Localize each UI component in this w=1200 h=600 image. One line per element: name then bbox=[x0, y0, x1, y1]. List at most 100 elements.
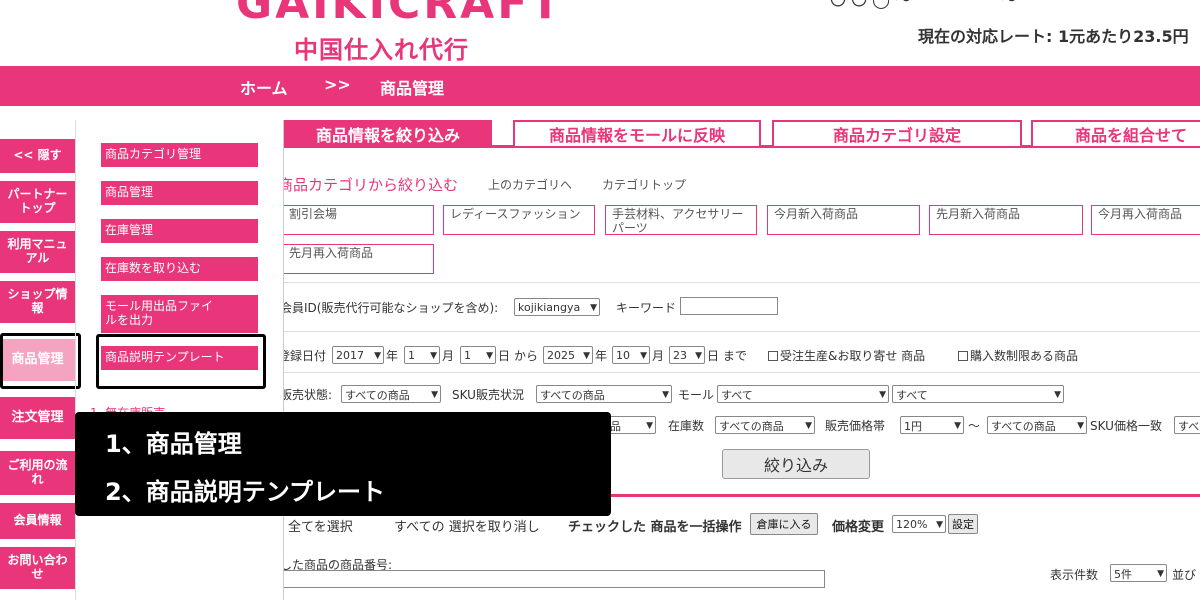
submenu-item-product-management[interactable]: 商品管理 bbox=[101, 181, 258, 205]
chevron-down-icon: ▼ bbox=[1054, 389, 1061, 400]
to-year-select[interactable]: 2025 ▼ bbox=[543, 346, 593, 364]
submenu-item-import-stock[interactable]: 在庫数を取り込む bbox=[101, 257, 258, 281]
sidebar-item-contact[interactable]: お問い合わせ bbox=[0, 547, 75, 589]
keyword-input[interactable] bbox=[680, 297, 778, 315]
from-text: から bbox=[514, 349, 539, 363]
chevron-down-icon: ▼ bbox=[695, 350, 702, 361]
month-unit: 月 bbox=[652, 349, 665, 363]
category-top-link[interactable]: カテゴリトップ bbox=[602, 176, 686, 193]
stock-select[interactable]: すべての商品 ▼ bbox=[715, 416, 815, 434]
sidebar-item-product-management[interactable]: 商品管理 bbox=[0, 339, 75, 381]
search-button[interactable]: 絞り込み bbox=[722, 449, 870, 479]
price-to-value: すべての商品 bbox=[991, 419, 1056, 433]
chevron-down-icon: ▼ bbox=[662, 389, 669, 400]
display-count-select[interactable]: 5件 ▼ bbox=[1110, 564, 1167, 582]
sku-price-select[interactable]: すべ bbox=[1174, 416, 1200, 434]
breadcrumb-current: 商品管理 bbox=[380, 79, 445, 98]
submenu-item-description-template[interactable]: 商品説明テンプレート bbox=[101, 346, 258, 370]
category-box[interactable]: 今月再入荷商品 bbox=[1091, 205, 1200, 235]
price-from-value: 1円 bbox=[904, 419, 922, 433]
to-day-select[interactable]: 23 ▼ bbox=[669, 346, 705, 364]
price-from-select[interactable]: 1円 ▼ bbox=[900, 416, 964, 434]
sku-sale-label: SKU販売状況 bbox=[452, 388, 524, 402]
tab-reflect-to-mall[interactable]: 商品情報をモールに反映 bbox=[513, 120, 761, 148]
chevron-down-icon: ▼ bbox=[954, 420, 961, 431]
category-box[interactable]: 割引会場 bbox=[284, 205, 434, 235]
select-all-link[interactable]: 全てを選択 bbox=[288, 516, 353, 535]
sale-state-value: すべての商品 bbox=[345, 388, 410, 402]
sale-state-select[interactable]: すべての商品 ▼ bbox=[341, 385, 441, 403]
tab-category-settings[interactable]: 商品カテゴリ設定 bbox=[772, 120, 1022, 148]
price-percent-value: 120% bbox=[896, 518, 928, 531]
chevron-down-icon: ▼ bbox=[936, 519, 943, 530]
category-box[interactable]: レディースファッション bbox=[443, 205, 595, 235]
submenu-item-stock-management[interactable]: 在庫管理 bbox=[101, 219, 258, 243]
price-set-button[interactable]: 設定 bbox=[948, 514, 978, 534]
warehouse-button[interactable]: 倉庫に入る bbox=[750, 513, 818, 535]
stock-value: すべての商品 bbox=[719, 419, 784, 433]
sidebar-item-member-info[interactable]: 会員情報 bbox=[0, 503, 75, 539]
made-to-order-checkbox[interactable]: 受注生産&お取り寄せ 商品 bbox=[768, 347, 925, 364]
product-number-input[interactable] bbox=[284, 570, 825, 588]
from-month-select[interactable]: 1 ▼ bbox=[404, 346, 440, 364]
chevron-down-icon: ▼ bbox=[590, 302, 597, 313]
partial-select-value: 品 bbox=[610, 419, 621, 433]
breadcrumb-separator: >> bbox=[324, 75, 351, 94]
checked-bulk-label: チェックした 商品を一括操作 bbox=[568, 520, 742, 535]
keyword-label: キーワード bbox=[616, 301, 677, 315]
breadcrumb-home-link[interactable]: ホーム bbox=[240, 75, 288, 99]
divider bbox=[284, 282, 1200, 283]
mall-label: モール bbox=[678, 388, 715, 402]
day-unit: 日 bbox=[498, 349, 511, 363]
category-up-link[interactable]: 上のカテゴリへ bbox=[488, 176, 572, 193]
sidebar-item-order-management[interactable]: 注文管理 bbox=[0, 397, 75, 439]
member-id-select[interactable]: kojikiangya ▼ bbox=[514, 298, 600, 316]
chevron-down-icon: ▼ bbox=[430, 350, 437, 361]
mall-select[interactable]: すべて ▼ bbox=[717, 385, 889, 403]
top-header: GAIKICRAFT 中国仕入れ代行 〇 〇 ◯ 〜 ⌒ ⌒ ⌒ ⌒ 〜 ⌒ 現… bbox=[0, 0, 1200, 66]
instruction-step-1: 1、商品管理 bbox=[105, 430, 242, 458]
mall-value: すべて bbox=[721, 388, 753, 402]
main-content: 商品情報を絞り込み 商品情報をモールに反映 商品カテゴリ設定 商品を組合せて 商… bbox=[284, 106, 1200, 600]
submenu-item-category-management[interactable]: 商品カテゴリ管理 bbox=[101, 143, 258, 167]
category-box[interactable]: 先月再入荷商品 bbox=[284, 244, 434, 274]
sidebar-item-shop-info[interactable]: ショップ情報 bbox=[0, 281, 75, 323]
mall-sub-value: すべて bbox=[896, 388, 928, 402]
tab-combine-products[interactable]: 商品を組合せて bbox=[1031, 120, 1200, 148]
divider bbox=[284, 331, 1200, 332]
header-top-text: 〇 〇 ◯ 〜 ⌒ ⌒ ⌒ ⌒ 〜 ⌒ bbox=[830, 0, 1038, 10]
from-day-select[interactable]: 1 ▼ bbox=[460, 346, 496, 364]
tab-bar: 商品情報を絞り込み 商品情報をモールに反映 商品カテゴリ設定 商品を組合せて bbox=[284, 120, 1200, 148]
submenu-item-export-mall-file[interactable]: モール用出品ファイルを出力 bbox=[101, 295, 258, 333]
sidebar-hide-button[interactable]: << 隠す bbox=[0, 139, 75, 173]
from-year-select[interactable]: 2017 ▼ bbox=[332, 346, 384, 364]
tab-filter-products[interactable]: 商品情報を絞り込み bbox=[284, 120, 492, 148]
chevron-down-icon: ▼ bbox=[431, 389, 438, 400]
member-id-label: 会員ID(販売代行可能なショップを含め): bbox=[284, 301, 499, 315]
category-box[interactable]: 手芸材料、アクセサリーパーツ bbox=[605, 205, 757, 235]
sidebar-item-usage-flow[interactable]: ご利用の流れ bbox=[0, 451, 75, 495]
site-logo[interactable]: GAIKICRAFT bbox=[236, 0, 563, 29]
mall-sub-select[interactable]: すべて ▼ bbox=[892, 385, 1064, 403]
sku-sale-select[interactable]: すべての商品 ▼ bbox=[536, 385, 672, 403]
to-day-value: 23 bbox=[673, 349, 687, 362]
price-percent-select[interactable]: 120% ▼ bbox=[892, 515, 946, 533]
sidebar-item-partner-top[interactable]: パートナートップ bbox=[0, 181, 75, 223]
year-unit: 年 bbox=[595, 349, 608, 363]
deselect-all-link[interactable]: すべての 選択を取り消し bbox=[394, 516, 540, 535]
to-month-select[interactable]: 10 ▼ bbox=[612, 346, 650, 364]
category-filter-title: 商品カテゴリから絞り込む bbox=[284, 176, 459, 194]
chevron-down-icon: ▼ bbox=[1077, 420, 1084, 431]
category-box[interactable]: 先月新入荷商品 bbox=[929, 205, 1083, 235]
sidebar-item-manual[interactable]: 利用マニュアル bbox=[0, 231, 75, 273]
price-to-select[interactable]: すべての商品 ▼ bbox=[987, 416, 1087, 434]
purchase-limit-checkbox[interactable]: 購入数制限ある商品 bbox=[958, 347, 1078, 364]
chevron-down-icon: ▼ bbox=[1157, 568, 1164, 579]
checkbox-icon bbox=[768, 351, 778, 361]
chevron-down-icon: ▼ bbox=[640, 350, 647, 361]
to-month-value: 10 bbox=[616, 349, 630, 362]
partial-select[interactable]: 品 ▼ bbox=[606, 416, 656, 434]
stock-label: 在庫数 bbox=[668, 419, 705, 433]
price-range-label: 販売価格帯 bbox=[825, 419, 886, 433]
category-box[interactable]: 今月新入荷商品 bbox=[767, 205, 920, 235]
